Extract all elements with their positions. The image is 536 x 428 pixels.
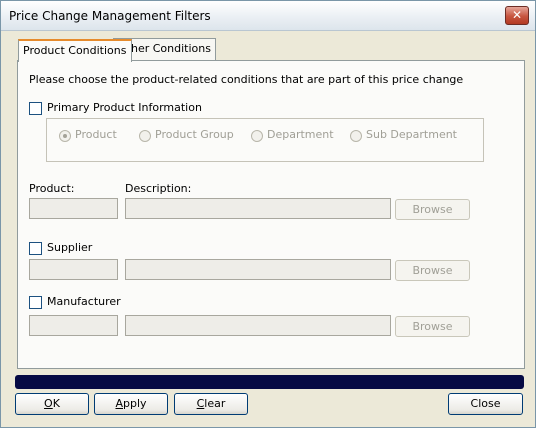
tab-product-conditions[interactable]: Product Conditions: [18, 39, 132, 62]
ok-button[interactable]: OK: [15, 393, 89, 415]
ok-accel: O: [44, 397, 53, 410]
manufacturer-checkbox[interactable]: [29, 296, 42, 309]
product-field-label: Product:: [29, 182, 75, 195]
product-conditions-panel: Please choose the product-related condit…: [17, 60, 525, 369]
manufacturer-code-input: [29, 315, 118, 336]
dialog-client: Product Conditions Other Conditions Plea…: [7, 31, 529, 423]
supplier-browse-button[interactable]: Browse: [395, 260, 470, 281]
primary-product-checkbox[interactable]: [29, 102, 42, 115]
supplier-code-input: [29, 259, 118, 280]
title-bar[interactable]: Price Change Management Filters ✕: [1, 1, 535, 31]
manufacturer-label[interactable]: Manufacturer: [47, 295, 121, 308]
radio-department[interactable]: [251, 130, 263, 142]
manufacturer-browse-button[interactable]: Browse: [395, 316, 470, 337]
apply-accel: A: [115, 397, 123, 410]
product-code-input: [29, 198, 118, 219]
close-button[interactable]: Close: [448, 393, 523, 415]
clear-label-rest: lear: [204, 397, 226, 410]
radio-sub-department[interactable]: [350, 130, 362, 142]
ok-label-rest: K: [52, 397, 60, 410]
radio-product-label[interactable]: Product: [75, 128, 117, 141]
apply-button[interactable]: Apply: [94, 393, 168, 415]
window-close-button[interactable]: ✕: [505, 6, 529, 25]
radio-department-label[interactable]: Department: [267, 128, 334, 141]
manufacturer-description-input: [125, 315, 391, 336]
description-field-label: Description:: [125, 182, 192, 195]
supplier-label[interactable]: Supplier: [47, 241, 92, 254]
window-title: Price Change Management Filters: [9, 9, 211, 23]
radio-sub-department-label[interactable]: Sub Department: [366, 128, 457, 141]
radio-product-group[interactable]: [139, 130, 151, 142]
clear-button[interactable]: Clear: [174, 393, 248, 415]
product-description-input: [125, 198, 391, 219]
primary-product-label[interactable]: Primary Product Information: [47, 101, 202, 114]
apply-label-rest: pply: [123, 397, 147, 410]
supplier-checkbox[interactable]: [29, 242, 42, 255]
product-browse-button[interactable]: Browse: [395, 199, 470, 220]
instructions-text: Please choose the product-related condit…: [29, 73, 464, 86]
radio-product[interactable]: [59, 130, 71, 142]
radio-product-group-label[interactable]: Product Group: [155, 128, 234, 141]
supplier-description-input: [125, 259, 391, 280]
dialog-window: Price Change Management Filters ✕ Produc…: [0, 0, 536, 428]
progress-bar: [15, 375, 524, 389]
